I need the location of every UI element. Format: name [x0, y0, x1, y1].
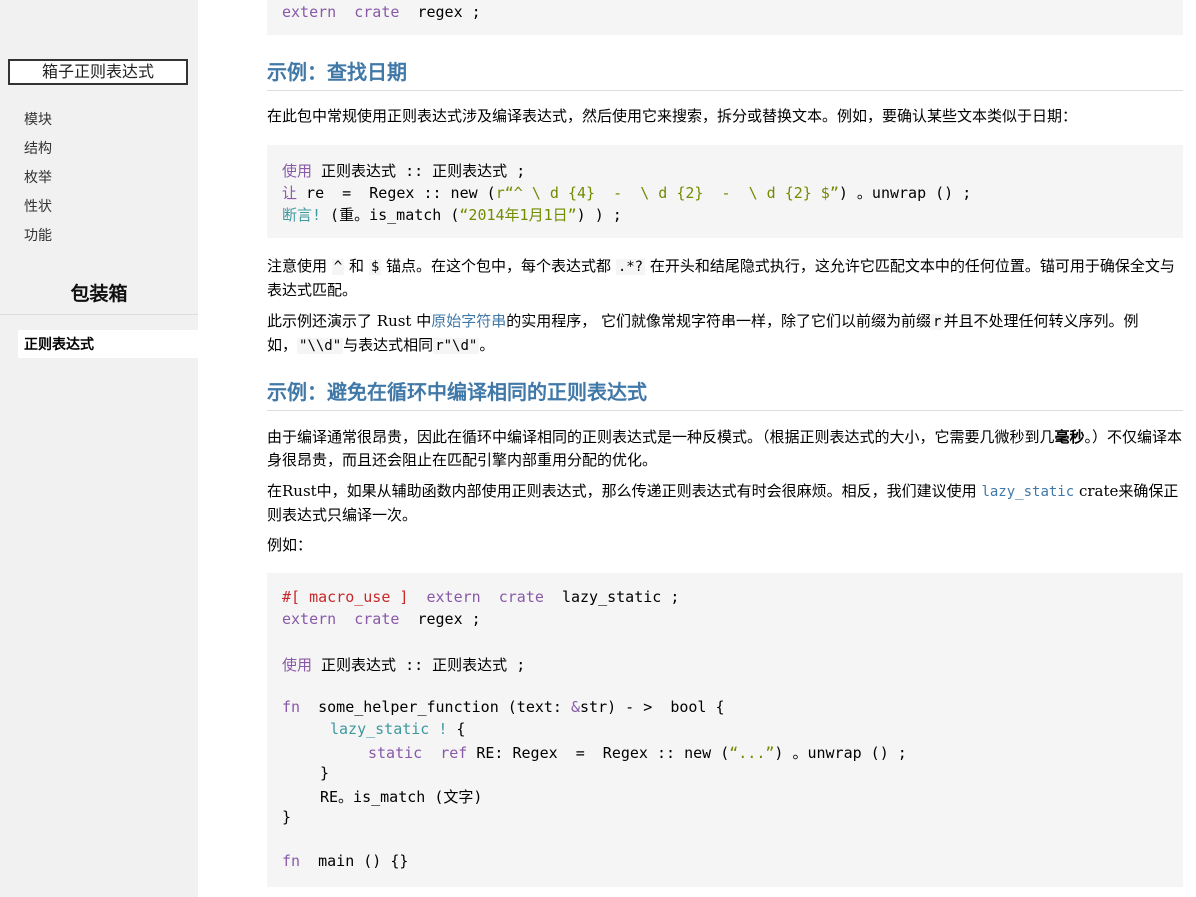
inline-code: r: [931, 314, 944, 330]
code-keyword: crate: [354, 610, 400, 628]
code-line: fn main () {}: [282, 852, 408, 870]
code-text: ) ) ;: [576, 206, 622, 224]
code-keyword: &: [571, 698, 581, 716]
text: 和: [349, 257, 365, 275]
code-line: fn some_helper_function (text: &str) - >…: [282, 698, 725, 716]
code-line: }: [320, 764, 330, 782]
code-text: {: [447, 720, 466, 738]
code-block-date-example: 使用 正则表达式 :: 正则表达式 ; 让 re = Regex :: new …: [267, 145, 1183, 238]
sidebar-item-functions[interactable]: 功能: [24, 225, 52, 245]
heading-rule: [267, 410, 1183, 411]
code-keyword: 使用: [282, 162, 313, 180]
code-line: 使用 正则表达式 :: 正则表达式 ;: [282, 654, 525, 675]
raw-strings-link[interactable]: 原始字符串: [431, 312, 506, 330]
code-keyword: static: [368, 744, 423, 762]
code-text: RE: Regex = Regex :: new (: [467, 744, 730, 762]
bold-text: 毫秒: [1054, 428, 1085, 446]
inline-code: r"\d": [433, 338, 480, 354]
section-heading-avoid-recompile[interactable]: 示例：避免在循环中编译相同的正则表达式: [267, 376, 647, 405]
code-text: main () {}: [300, 852, 409, 870]
code-line: 断言! (重。is_match (“2014年1月1日”) ) ;: [282, 204, 622, 225]
code-macro: 断言!: [282, 206, 322, 224]
sidebar: 箱子正则表达式 模块 结构 枚举 性状 功能 包装箱 正则表达式: [0, 0, 198, 897]
inline-code: ^: [331, 259, 345, 275]
code-keyword: extern: [426, 588, 481, 606]
text: 。: [479, 336, 495, 354]
code-string: r“^ \ d {4} - \ d {2} - \ d {2} $”: [495, 184, 839, 202]
sidebar-item-modules[interactable]: 模块: [24, 109, 52, 129]
search-input[interactable]: 箱子正则表达式: [8, 59, 188, 85]
code-block-lazy-static-example: #[ macro_use ] extern crate lazy_static …: [267, 573, 1183, 887]
code-keyword: fn: [282, 852, 301, 870]
sidebar-item-enums[interactable]: 枚举: [24, 167, 52, 187]
code-string: “2014年1月1日”: [459, 206, 577, 224]
paragraph: 此示例还演示了 Rust 中原始字符串的实用程序， 它们就像常规字符串一样，除了…: [267, 310, 1183, 358]
crate-title: 包装箱: [70, 283, 128, 305]
code-line: #[ macro_use ] extern crate lazy_static …: [282, 588, 679, 606]
sidebar-current-crate-label: 正则表达式: [24, 337, 94, 353]
paragraph: 由于编译通常很昂贵，因此在循环中编译相同的正则表达式是一种反模式。（根据正则表达…: [267, 426, 1183, 472]
code-line: 让 re = Regex :: new (r“^ \ d {4} - \ d {…: [282, 182, 971, 203]
code-line: lazy_static ! {: [330, 720, 465, 738]
inline-code: .*?: [615, 259, 646, 275]
text: 此示例还演示了 Rust 中: [267, 312, 432, 330]
text: 由于编译通常很昂贵，因此在循环中编译相同的正则表达式是一种反模式。（根据正则表达…: [267, 428, 1055, 446]
code-keyword: 让: [282, 184, 298, 202]
paragraph: 注意使用 ^ 和 $ 锚点。在这个包中，每个表达式都 .*? 在开头和结尾隐式执…: [267, 255, 1183, 302]
code-line: }: [282, 808, 292, 826]
code-text: regex ;: [417, 610, 481, 628]
code-keyword: extern: [282, 3, 337, 21]
paragraph: 例如：: [267, 536, 313, 554]
code-text: 正则表达式 :: 正则表达式 ;: [312, 162, 526, 180]
text: 在Rust中，如果从辅助函数内部使用正则表达式，那么传递正则表达式有时会很麻烦。…: [267, 482, 982, 500]
code-block-top: extern crate regex ;: [267, 0, 1183, 35]
inline-code: "\\d": [297, 338, 344, 354]
lazy-static-link[interactable]: lazy_static: [981, 484, 1074, 500]
text: 注意使用: [267, 257, 328, 275]
code-keyword: crate: [354, 3, 400, 21]
code-keyword: ref: [440, 744, 468, 762]
code-keyword: 使用: [282, 656, 313, 674]
text: 与表达式相同: [343, 336, 434, 354]
code-keyword: extern: [282, 610, 337, 628]
code-keyword: fn: [282, 698, 301, 716]
code-text: ) 。unwrap () ;: [838, 184, 972, 202]
inline-code: $: [368, 259, 382, 275]
text: 锚点。在这个包中，每个表达式都: [386, 257, 612, 275]
heading-rule: [267, 90, 1183, 91]
paragraph: 在Rust中，如果从辅助函数内部使用正则表达式，那么传递正则表达式有时会很麻烦。…: [267, 480, 1183, 527]
code-text: lazy_static ;: [561, 588, 680, 606]
section-heading-find-date[interactable]: 示例：查找日期: [267, 56, 407, 85]
code-line: extern crate regex ;: [282, 3, 481, 21]
code-attribute: #[ macro_use ]: [282, 588, 409, 606]
code-macro: lazy_static !: [330, 720, 448, 738]
code-text: ) 。unwrap () ;: [774, 744, 907, 762]
sidebar-item-traits[interactable]: 性状: [24, 196, 52, 216]
text: 的实用程序， 它们就像常规字符串一样，除了它们以前缀为前缀: [506, 312, 932, 330]
code-line: 使用 正则表达式 :: 正则表达式 ;: [282, 160, 525, 181]
code-text: (重。is_match (: [321, 206, 460, 224]
code-keyword: crate: [498, 588, 544, 606]
code-text: some_helper_function (text:: [300, 698, 571, 716]
code-text: 正则表达式 :: 正则表达式 ;: [312, 656, 526, 674]
sidebar-item-structs[interactable]: 结构: [24, 138, 52, 158]
code-line: RE。is_match (文字): [320, 788, 483, 806]
code-line: extern crate regex ;: [282, 610, 481, 628]
paragraph: 在此包中常规使用正则表达式涉及编译表达式，然后使用它来搜索，拆分或替换文本。例如…: [267, 107, 1078, 125]
code-text: str) - > bool {: [580, 698, 725, 716]
sidebar-divider: [0, 314, 198, 315]
code-line: static ref RE: Regex = Regex :: new (“..…: [368, 742, 907, 763]
code-string: “...”: [729, 744, 775, 762]
sidebar-current-crate[interactable]: 正则表达式: [18, 330, 198, 358]
code-text: regex ;: [417, 3, 481, 21]
code-text: re = Regex :: new (: [297, 184, 496, 202]
